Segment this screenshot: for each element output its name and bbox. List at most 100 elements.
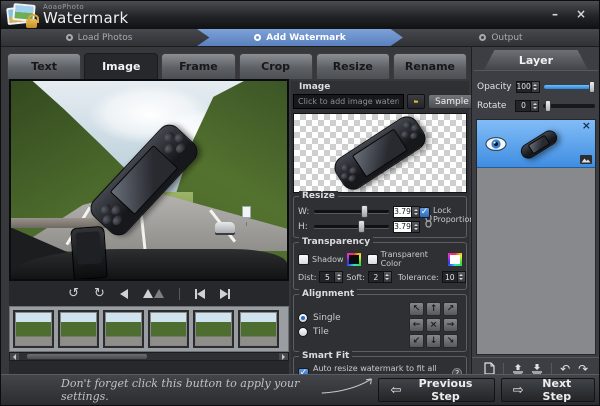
visibility-eye-icon[interactable] — [485, 137, 507, 151]
align-left-button[interactable]: ← — [409, 318, 424, 332]
soft-spinner[interactable]: 2 — [368, 271, 392, 283]
shadow-color-swatch[interactable] — [347, 253, 361, 266]
align-right-button[interactable]: → — [443, 318, 458, 332]
browse-folder-button[interactable] — [407, 94, 425, 109]
transparent-color-swatch[interactable] — [448, 253, 462, 266]
next-image-button[interactable] — [220, 289, 230, 299]
tab-text[interactable]: Text — [7, 53, 81, 79]
image-group: Image Sample — [293, 87, 467, 193]
move-layer-up-button[interactable] — [512, 363, 524, 375]
tab-crop[interactable]: Crop — [239, 53, 313, 79]
single-radio[interactable] — [298, 313, 308, 323]
height-spinner[interactable]: 3.79 — [393, 221, 420, 233]
left-arrow-icon: ⇦ — [390, 383, 401, 398]
thumbnail[interactable] — [103, 310, 144, 348]
flip-horizontal-button[interactable] — [120, 289, 128, 299]
close-button[interactable]: × — [571, 8, 591, 22]
shadow-checkbox[interactable] — [298, 254, 309, 265]
smart-fit-group-title: Smart Fit — [299, 351, 352, 361]
footer-hint: Don't forget click this button to apply … — [61, 377, 318, 403]
dist-spinner[interactable]: 5 — [319, 271, 343, 283]
flip-vertical-button[interactable] — [143, 289, 164, 298]
watermark-file-input[interactable] — [293, 94, 404, 109]
tab-rename[interactable]: Rename — [393, 53, 467, 79]
resize-group-title: Resize — [299, 191, 338, 201]
arrow-down-tray-icon — [531, 363, 543, 375]
single-radio-row[interactable]: Single — [298, 313, 341, 323]
align-bottom-button[interactable]: ↓ — [426, 334, 441, 348]
footer-bar: Don't forget click this button to apply … — [1, 374, 599, 405]
width-slider-handle[interactable] — [361, 205, 368, 218]
lock-proportion-checkbox[interactable]: ✓ — [419, 207, 430, 218]
curved-arrow-icon — [320, 375, 377, 397]
rotate-label: Rotate — [477, 101, 506, 111]
delete-layer-icon[interactable]: × — [582, 120, 591, 132]
thumbnail[interactable] — [238, 310, 279, 348]
rotate-slider-handle[interactable] — [545, 100, 551, 112]
step-load-photos[interactable]: Load Photos — [1, 29, 197, 46]
step-bullet-icon — [66, 34, 73, 41]
scroll-right-arrow[interactable] — [279, 353, 288, 360]
alignment-group-title: Alignment — [299, 289, 357, 299]
tab-image[interactable]: Image — [84, 53, 158, 79]
width-slider[interactable] — [314, 210, 389, 213]
height-slider-handle[interactable] — [358, 220, 365, 233]
rotate-cw-button[interactable]: ↻ — [94, 287, 105, 300]
minimize-button[interactable]: – — [545, 8, 565, 22]
opacity-slider[interactable] — [544, 85, 595, 89]
app-logo-icon — [7, 3, 37, 27]
spin-up-icon[interactable] — [414, 207, 418, 211]
next-step-button[interactable]: ⇨ Next Step — [501, 378, 595, 402]
layer-panel-tab[interactable]: Layer — [484, 50, 588, 70]
align-center-button[interactable]: × — [426, 318, 441, 332]
previous-step-button[interactable]: ⇦ Previous Step — [378, 378, 494, 402]
lock-proportion-label: Lock Proportion — [433, 207, 474, 225]
thumbnail[interactable] — [58, 310, 99, 348]
alignment-arrow-grid: ↖ ↑ ↗ ← × → ↙ ↓ ↘ — [409, 302, 458, 348]
rotate-ccw-button[interactable]: ↺ — [68, 287, 79, 300]
thumbnail[interactable] — [148, 310, 189, 348]
width-spinner[interactable]: 3.79 — [393, 206, 420, 218]
opacity-label: Opacity — [477, 82, 512, 92]
scrollbar-thumb[interactable] — [27, 354, 147, 359]
tab-frame[interactable]: Frame — [161, 53, 235, 79]
watermark-tab-bar: Text Image Frame Crop Resize Rename — [7, 53, 467, 79]
preview-photo[interactable] — [11, 81, 287, 279]
spin-down-icon[interactable] — [414, 228, 418, 232]
sample-button[interactable]: Sample — [428, 94, 476, 109]
image-group-title: Image — [296, 82, 333, 92]
spin-up-icon[interactable] — [414, 222, 418, 226]
step-bar: Load Photos Add Watermark Output — [1, 29, 599, 47]
align-bottom-left-button[interactable]: ↙ — [409, 334, 424, 348]
previous-image-button[interactable] — [195, 289, 205, 299]
transparent-color-checkbox[interactable] — [367, 254, 378, 265]
align-bottom-right-button[interactable]: ↘ — [443, 334, 458, 348]
thumbnail-scrollbar[interactable] — [9, 352, 289, 361]
align-top-right-button[interactable]: ↗ — [443, 302, 458, 316]
thumbnail[interactable] — [13, 310, 54, 348]
resize-group: Resize W: 3.79 H: 3.79 ✓ Lock — [293, 196, 467, 238]
step-add-watermark[interactable]: Add Watermark — [197, 29, 403, 46]
tile-radio-row[interactable]: Tile — [298, 327, 341, 337]
watermark-image — [330, 113, 430, 193]
layer-item-selected[interactable]: × — [477, 120, 595, 168]
scroll-left-arrow[interactable] — [10, 353, 19, 360]
height-slider[interactable] — [314, 225, 389, 228]
photo-frame — [9, 79, 289, 281]
move-layer-down-button[interactable] — [531, 363, 543, 375]
image-type-badge-icon — [580, 155, 592, 164]
opacity-slider-handle[interactable] — [589, 81, 595, 93]
rotate-slider[interactable] — [543, 104, 595, 108]
rotate-spinner[interactable]: 0 — [515, 100, 539, 112]
tab-resize[interactable]: Resize — [316, 53, 390, 79]
tolerance-spinner[interactable]: 10 — [442, 271, 466, 283]
step-output[interactable]: Output — [403, 29, 599, 46]
align-top-left-button[interactable]: ↖ — [409, 302, 424, 316]
tile-radio[interactable] — [298, 327, 308, 337]
opacity-spinner[interactable]: 100 — [516, 81, 540, 93]
spin-down-icon[interactable] — [414, 213, 418, 217]
layer-list: × — [476, 119, 596, 355]
align-top-button[interactable]: ↑ — [426, 302, 441, 316]
arrow-up-tray-icon — [512, 363, 524, 375]
thumbnail[interactable] — [193, 310, 234, 348]
